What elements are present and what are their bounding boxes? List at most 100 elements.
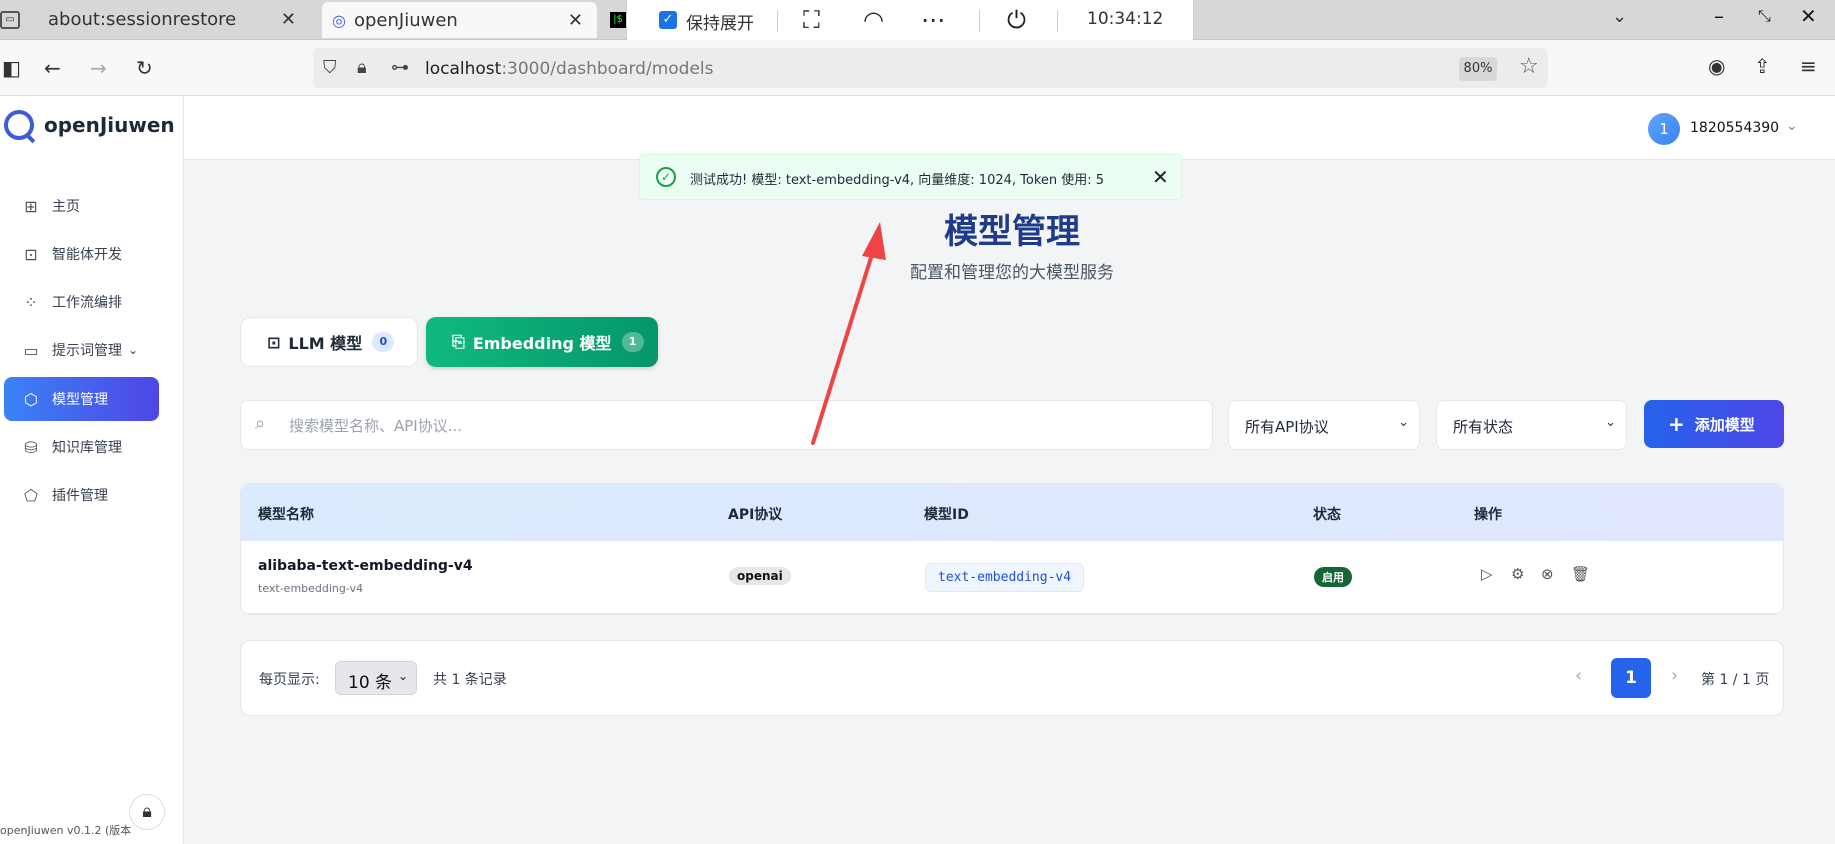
window-close-icon[interactable]: ✕ bbox=[1800, 4, 1817, 28]
fullscreen-icon[interactable]: ⛶ bbox=[803, 6, 820, 34]
models-table: 模型名称 API协议 模型ID 状态 操作 alibaba-text-embed… bbox=[240, 483, 1784, 615]
sidebar-item-label: 提示词管理 bbox=[52, 343, 122, 359]
lock-icon[interactable]: 🔒︎ bbox=[357, 57, 367, 78]
back-icon[interactable]: ← bbox=[44, 56, 61, 80]
current-page-button[interactable]: 1 bbox=[1611, 658, 1651, 698]
tab-list-icon[interactable]: ▭ bbox=[0, 10, 20, 29]
robot-icon: ⊡ bbox=[267, 332, 281, 352]
sidebar-item-plugins[interactable]: ⬠ 插件管理 bbox=[4, 473, 159, 517]
chat-icon: ▭ bbox=[23, 340, 39, 360]
button-label: 添加模型 bbox=[1694, 415, 1755, 434]
api-protocol-select[interactable]: 所有API协议 ⌄ bbox=[1228, 400, 1420, 450]
column-header-api: API协议 bbox=[728, 507, 783, 523]
api-badge: openai bbox=[729, 567, 791, 585]
wifi-icon[interactable]: ◠ bbox=[863, 6, 884, 34]
more-icon[interactable]: ⋯ bbox=[921, 6, 945, 34]
avatar[interactable]: 1 bbox=[1648, 113, 1680, 145]
clock-time: 10:34:12 bbox=[1087, 9, 1164, 29]
sidebar-item-models[interactable]: ⬡ 模型管理 bbox=[4, 377, 159, 421]
search-icon: ⌕ bbox=[255, 413, 266, 434]
database-icon: ⛁ bbox=[24, 437, 38, 457]
tab-title: openJiuwen bbox=[353, 9, 458, 31]
select-value: 10 条 bbox=[348, 673, 393, 693]
plugin-icon: ⬠ bbox=[24, 485, 38, 505]
address-bar[interactable]: ⛉ 🔒︎ ⊶ localhost:3000/dashboard/models 8… bbox=[313, 48, 1548, 88]
select-value: 所有状态 bbox=[1453, 418, 1514, 436]
chevron-down-icon: ⌄ bbox=[1605, 415, 1616, 430]
embedding-file-icon: ⎘ bbox=[452, 332, 465, 351]
close-icon[interactable]: ✕ bbox=[568, 10, 583, 31]
sidebar-item-knowledge[interactable]: ⛁ 知识库管理 bbox=[4, 425, 159, 469]
version-label: openJiuwen v0.1.2 (版本 bbox=[0, 824, 132, 837]
shield-icon[interactable]: ⛉ bbox=[323, 57, 337, 78]
status-select[interactable]: 所有状态 ⌄ bbox=[1436, 400, 1627, 450]
tab-title: about:sessionrestore bbox=[48, 9, 237, 30]
per-page-label: 每页显示: bbox=[259, 672, 320, 688]
brand[interactable]: openJiuwen bbox=[4, 110, 175, 140]
reload-icon[interactable]: ↻ bbox=[136, 56, 153, 80]
prev-page-icon[interactable]: ‹ bbox=[1575, 665, 1582, 686]
terminal-icon: |$ bbox=[610, 11, 626, 28]
url-text[interactable]: localhost:3000/dashboard/models bbox=[425, 59, 713, 79]
username[interactable]: 1820554390 bbox=[1690, 120, 1779, 136]
account-icon[interactable]: ◉ bbox=[1708, 54, 1725, 78]
browser-tab-sessionrestore[interactable]: ▭ about:sessionrestore ✕ bbox=[0, 0, 310, 39]
openjiuwen-favicon-icon: ◎ bbox=[332, 10, 346, 30]
per-page-select[interactable]: 10 条 ⌄ bbox=[335, 661, 417, 695]
keep-expanded-checkbox[interactable]: ✓ bbox=[659, 11, 677, 29]
zoom-level[interactable]: 80% bbox=[1459, 57, 1497, 81]
sidebar-item-label: 工作流编排 bbox=[52, 295, 122, 311]
column-header-status: 状态 bbox=[1313, 507, 1341, 523]
chevron-down-icon: ⌄ bbox=[397, 669, 408, 683]
bookmark-star-icon[interactable]: ☆ bbox=[1519, 54, 1539, 79]
app-header: 1 1820554390 ⌄ bbox=[184, 96, 1835, 160]
sidebar-item-prompts[interactable]: ▭ 提示词管理 ⌄ bbox=[4, 328, 159, 372]
success-toast: ✓ 测试成功! 模型: text-embedding-v4, 向量维度: 102… bbox=[639, 154, 1182, 200]
plus-icon: + bbox=[1668, 412, 1685, 436]
keep-expanded-label: 保持展开 bbox=[686, 14, 754, 34]
chevron-down-icon[interactable]: ⌄ bbox=[1612, 6, 1627, 27]
disable-circle-x-icon[interactable]: ⊗ bbox=[1541, 565, 1554, 583]
power-icon[interactable]: ⏻ bbox=[1007, 6, 1026, 34]
sidebar-toggle-icon[interactable]: ◧ bbox=[2, 56, 21, 80]
sidebar-item-label: 知识库管理 bbox=[52, 440, 122, 456]
next-page-icon[interactable]: › bbox=[1671, 665, 1678, 686]
status-badge: 启用 bbox=[1314, 567, 1352, 587]
forward-icon[interactable]: → bbox=[90, 56, 107, 80]
model-name: alibaba-text-embedding-v4 bbox=[258, 558, 473, 574]
restore-icon[interactable]: ⤡ bbox=[1758, 6, 1771, 26]
column-header-actions: 操作 bbox=[1474, 507, 1502, 523]
close-icon[interactable]: ✕ bbox=[281, 9, 296, 30]
close-icon[interactable]: ✕ bbox=[1152, 165, 1169, 189]
settings-gear-icon[interactable]: ⚙ bbox=[1511, 565, 1524, 583]
menu-icon[interactable]: ≡ bbox=[1800, 54, 1817, 78]
key-icon[interactable]: ⊶ bbox=[391, 57, 409, 78]
workflow-icon: ⁘ bbox=[24, 292, 38, 312]
add-model-button[interactable]: + 添加模型 bbox=[1644, 400, 1784, 448]
lock-icon[interactable]: 🔒︎ bbox=[129, 794, 165, 830]
tab-label: Embedding 模型 bbox=[472, 334, 612, 353]
delete-trash-icon[interactable]: 🗑︎ bbox=[1571, 565, 1590, 583]
search-box: ⌕ bbox=[240, 400, 1213, 450]
column-header-model-id: 模型ID bbox=[924, 507, 969, 523]
count-badge: 0 bbox=[372, 332, 395, 352]
play-test-icon[interactable]: ▷ bbox=[1481, 565, 1493, 583]
pagination: 每页显示: 10 条 ⌄ 共 1 条记录 ‹ 1 › 第 1 / 1 页 bbox=[240, 640, 1784, 716]
column-header-name: 模型名称 bbox=[258, 507, 314, 523]
model-id-badge: text-embedding-v4 bbox=[925, 563, 1085, 592]
tab-embedding-models[interactable]: ⎘ Embedding 模型 1 bbox=[426, 317, 658, 367]
sidebar-item-workflow[interactable]: ⁘ 工作流编排 bbox=[4, 280, 159, 324]
minimize-icon[interactable]: – bbox=[1714, 4, 1724, 28]
search-input[interactable] bbox=[289, 413, 1189, 439]
count-badge: 1 bbox=[621, 332, 644, 352]
browser-tab-openjiuwen[interactable]: ◎ openJiuwen ✕ bbox=[322, 2, 597, 38]
chevron-down-icon[interactable]: ⌄ bbox=[1786, 118, 1798, 134]
page-info: 第 1 / 1 页 bbox=[1701, 672, 1770, 688]
chevron-down-icon: ⌄ bbox=[128, 343, 139, 357]
table-header: 模型名称 API协议 模型ID 状态 操作 bbox=[241, 484, 1783, 541]
extensions-icon[interactable]: ⇪ bbox=[1754, 54, 1771, 78]
brand-name: openJiuwen bbox=[44, 113, 175, 137]
openjiuwen-logo-icon bbox=[4, 110, 34, 140]
select-value: 所有API协议 bbox=[1245, 418, 1329, 436]
tab-llm-models[interactable]: ⊡ LLM 模型 0 bbox=[240, 317, 418, 367]
